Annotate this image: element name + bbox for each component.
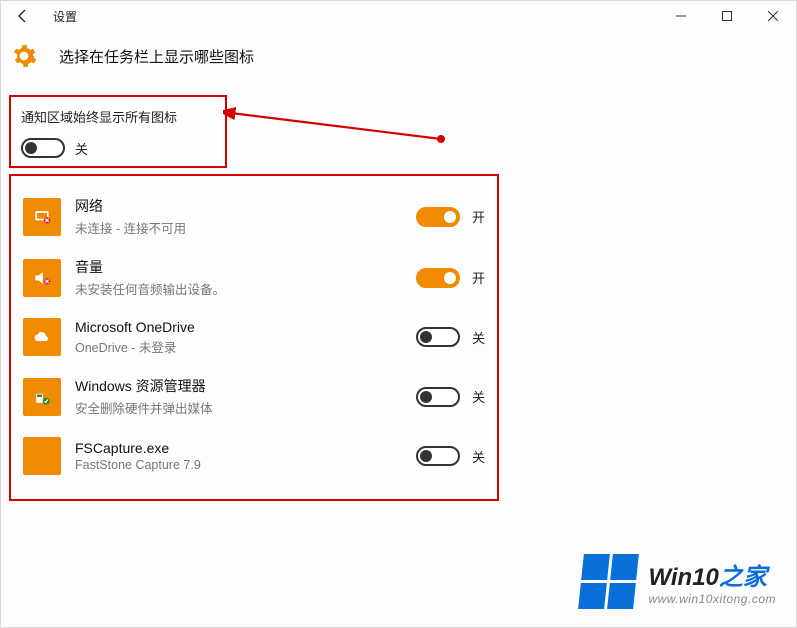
master-toggle-label: 通知区域始终显示所有图标 <box>21 107 215 126</box>
explorer-icon <box>23 378 61 416</box>
item-title: FSCapture.exe <box>75 440 416 456</box>
item-subtitle: OneDrive - 未登录 <box>75 337 416 356</box>
item-toggle-state: 开 <box>472 268 485 287</box>
item-title: Windows 资源管理器 <box>75 376 416 396</box>
item-title: 网络 <box>75 196 416 216</box>
minimize-icon <box>676 11 686 21</box>
item-toggle[interactable] <box>416 387 460 407</box>
item-toggle[interactable] <box>416 268 460 288</box>
fscapture-icon <box>23 437 61 475</box>
page-header: 选择在任务栏上显示哪些图标 <box>1 31 796 89</box>
watermark-title: Win10之家 <box>648 557 776 592</box>
item-toggle[interactable] <box>416 207 460 227</box>
network-icon <box>23 198 61 236</box>
page-title: 选择在任务栏上显示哪些图标 <box>59 46 254 67</box>
gear-icon <box>9 41 39 71</box>
master-toggle-row: 关 <box>21 138 215 158</box>
list-item: 音量 未安装任何音频输出设备。 开 <box>23 247 485 308</box>
item-title: 音量 <box>75 257 416 277</box>
item-subtitle: FastStone Capture 7.9 <box>75 458 416 472</box>
watermark-url: www.win10xitong.com <box>648 592 776 606</box>
items-section: 网络 未连接 - 连接不可用 开 音量 未安装任何音频输出设备。 开 <box>9 174 499 501</box>
item-toggle-state: 关 <box>472 328 485 347</box>
item-title: Microsoft OneDrive <box>75 319 416 335</box>
annotation-arrow <box>223 99 463 169</box>
titlebar: 设置 <box>1 1 796 31</box>
back-button[interactable] <box>9 2 37 30</box>
item-toggle-state: 关 <box>472 447 485 466</box>
content-area: 通知区域始终显示所有图标 关 网络 未连接 - 连接不可用 开 <box>1 89 796 507</box>
onedrive-icon <box>23 318 61 356</box>
maximize-button[interactable] <box>704 1 750 31</box>
item-toggle[interactable] <box>416 446 460 466</box>
item-toggle-state: 开 <box>472 207 485 226</box>
list-item: 网络 未连接 - 连接不可用 开 <box>23 186 485 247</box>
window-controls <box>658 1 796 31</box>
watermark: Win10之家 www.win10xitong.com <box>581 554 776 609</box>
master-toggle-state: 关 <box>75 139 88 158</box>
list-item: FSCapture.exe FastStone Capture 7.9 关 <box>23 427 485 485</box>
item-subtitle: 安全删除硬件并弹出媒体 <box>75 398 416 417</box>
master-toggle-section: 通知区域始终显示所有图标 关 <box>9 95 227 168</box>
master-toggle[interactable] <box>21 138 65 158</box>
close-button[interactable] <box>750 1 796 31</box>
window-title: 设置 <box>53 8 77 25</box>
minimize-button[interactable] <box>658 1 704 31</box>
volume-icon <box>23 259 61 297</box>
item-subtitle: 未安装任何音频输出设备。 <box>75 279 416 298</box>
windows-logo-icon <box>579 554 640 609</box>
item-subtitle: 未连接 - 连接不可用 <box>75 218 416 237</box>
list-item: Microsoft OneDrive OneDrive - 未登录 关 <box>23 308 485 366</box>
maximize-icon <box>722 11 732 21</box>
item-toggle-state: 关 <box>472 387 485 406</box>
close-icon <box>768 11 778 21</box>
item-toggle[interactable] <box>416 327 460 347</box>
arrow-left-icon <box>15 8 31 24</box>
list-item: Windows 资源管理器 安全删除硬件并弹出媒体 关 <box>23 366 485 427</box>
